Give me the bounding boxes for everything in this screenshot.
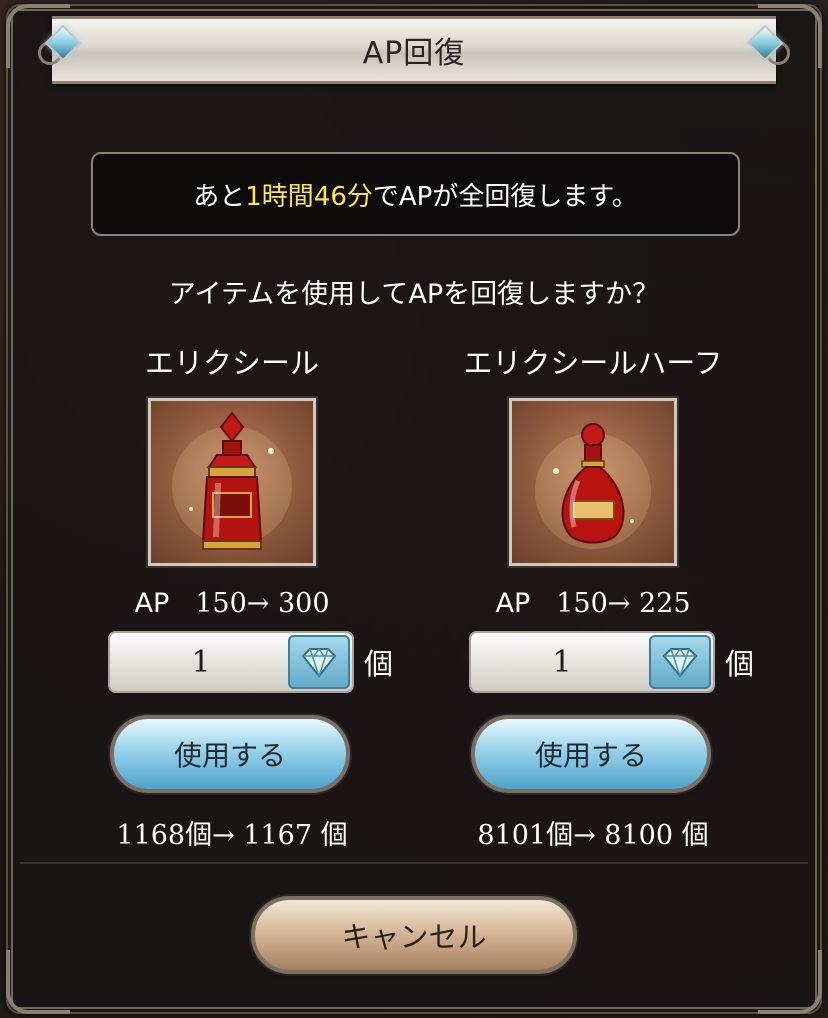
item-count-change: 8101個→ 8100 個 (443, 813, 743, 852)
info-prefix: あと (193, 181, 246, 212)
title-bar: AP回復 (38, 16, 790, 84)
count-change-value: 1168個→ 1167 (116, 820, 313, 851)
dropdown-diamond-icon[interactable] (288, 635, 350, 689)
ap-change: AP 150→ 300 (82, 588, 382, 619)
use-half-elixir-button[interactable]: 使用する (475, 719, 707, 789)
dropdown-diamond-icon[interactable] (649, 635, 711, 689)
use-item-prompt: アイテムを使用してAPを回復しますか？ (168, 279, 660, 310)
ap-change-value: 150→ 300 (195, 588, 330, 619)
elixir-bottle-icon (148, 398, 316, 566)
ap-label: AP (495, 588, 531, 619)
quantity-unit: 個 (364, 647, 394, 681)
info-suffix: でAPが全回復します。 (372, 181, 638, 212)
quantity-select[interactable]: 1 (469, 631, 715, 693)
recovery-time: 1時間46分 (245, 181, 373, 212)
ap-change-value: 150→ 225 (556, 588, 691, 619)
count-unit: 個 (320, 820, 348, 851)
ornament-bottom-left (6, 950, 70, 1014)
ornament-bottom-right (758, 950, 822, 1014)
ap-label: AP (134, 588, 170, 619)
dialog-title: AP回復 (362, 36, 466, 71)
cancel-button[interactable]: キャンセル (255, 900, 573, 970)
item-name: エリクシール (144, 346, 319, 380)
item-name: エリクシールハーフ (463, 346, 723, 380)
quantity-unit: 個 (725, 647, 755, 681)
quantity-row: 1 個 (82, 631, 393, 697)
item-half-elixir: エリクシールハーフ AP 150→ 225 1 個 使用する 8101個→ 810… (443, 340, 754, 852)
count-change-value: 8101個→ 8100 (477, 820, 674, 851)
count-unit: 個 (681, 820, 709, 851)
item-elixir: エリクシール AP 150→ 300 1 個 使用する 1168個→ 1167 (82, 340, 393, 852)
ap-change: AP 150→ 225 (443, 588, 743, 619)
divider (20, 862, 808, 864)
recovery-time-box: あと 1時間46分 でAPが全回復します。 (91, 152, 740, 236)
quantity-row: 1 個 (443, 631, 754, 697)
use-elixir-button[interactable]: 使用する (114, 719, 346, 789)
quantity-select[interactable]: 1 (108, 631, 354, 693)
half-elixir-bottle-icon (509, 398, 677, 566)
item-count-change: 1168個→ 1167 個 (82, 813, 382, 852)
